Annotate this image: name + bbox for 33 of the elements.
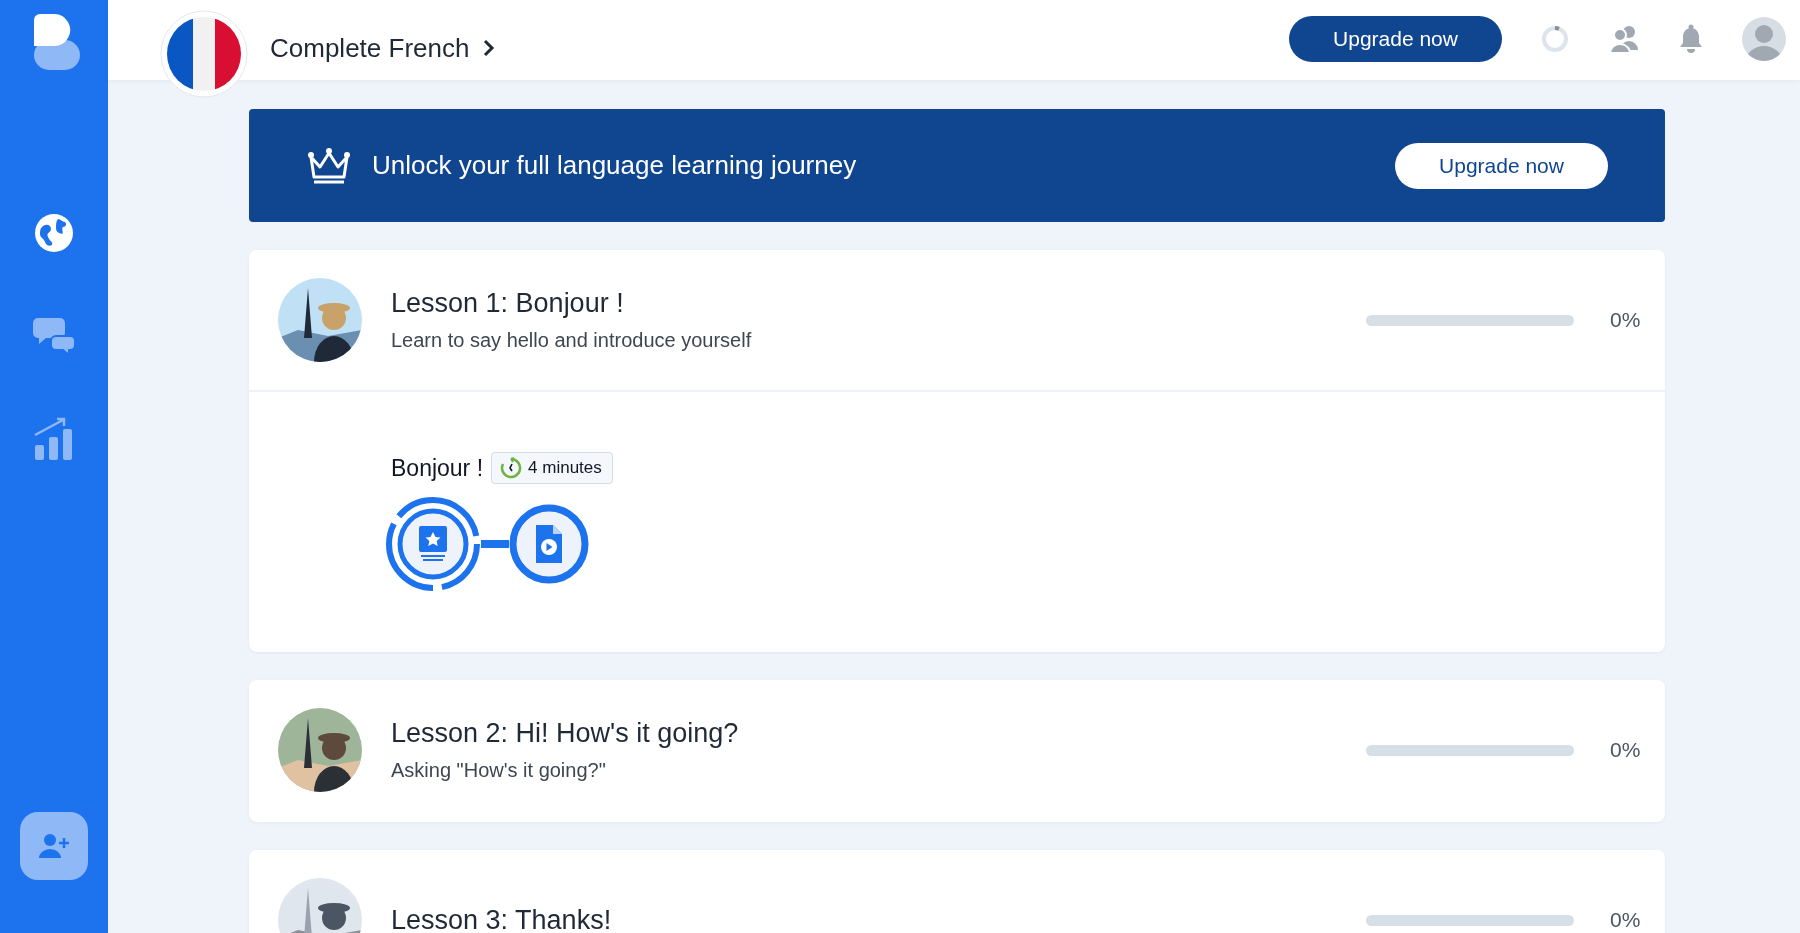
lesson-subtitle: Learn to say hello and introduce yourself: [391, 329, 753, 352]
progress-ring-icon: [1540, 24, 1570, 54]
lesson-title[interactable]: Lesson 1: Bonjour !: [391, 288, 1366, 319]
add-person-icon: [38, 832, 70, 860]
friends-button[interactable]: [1608, 24, 1640, 54]
notifications-button[interactable]: [1678, 24, 1704, 54]
lesson-node[interactable]: [507, 502, 591, 586]
upgrade-button[interactable]: Upgrade now: [1289, 16, 1502, 62]
crown-icon: [306, 146, 352, 185]
activity-title: Bonjour !: [391, 454, 484, 482]
lesson-subtitle: Asking "How's it going?": [391, 759, 607, 782]
flashcard-star-icon: [419, 526, 447, 561]
chevron-right-icon: [483, 39, 496, 57]
timer-icon: [500, 457, 523, 479]
user-avatar-icon: [1742, 17, 1786, 61]
course-title[interactable]: Complete French: [270, 0, 496, 96]
lesson-title[interactable]: Lesson 2: Hi! How's it going?: [391, 718, 1366, 749]
video-file-icon: [536, 525, 562, 563]
banner-text: Unlock your full language learning journey: [372, 150, 858, 181]
progress-percent: 0%: [1610, 908, 1640, 932]
lesson-title[interactable]: Lesson 3: Thanks!: [391, 904, 1366, 933]
progress-percent: 0%: [1610, 308, 1640, 332]
globe-icon: [34, 213, 74, 253]
people-icon: [1608, 24, 1640, 54]
chat-bubbles-icon: [32, 316, 76, 356]
bar-chart-icon: [33, 417, 75, 461]
profile-button[interactable]: [1742, 17, 1786, 61]
progress-percent: 0%: [1610, 738, 1640, 762]
duration-badge: 4 minutes: [491, 452, 613, 484]
bell-icon: [1678, 24, 1704, 54]
upgrade-button[interactable]: Upgrade now: [1395, 142, 1608, 189]
add-friend-button[interactable]: [20, 812, 88, 880]
lesson-node[interactable]: [383, 494, 483, 594]
